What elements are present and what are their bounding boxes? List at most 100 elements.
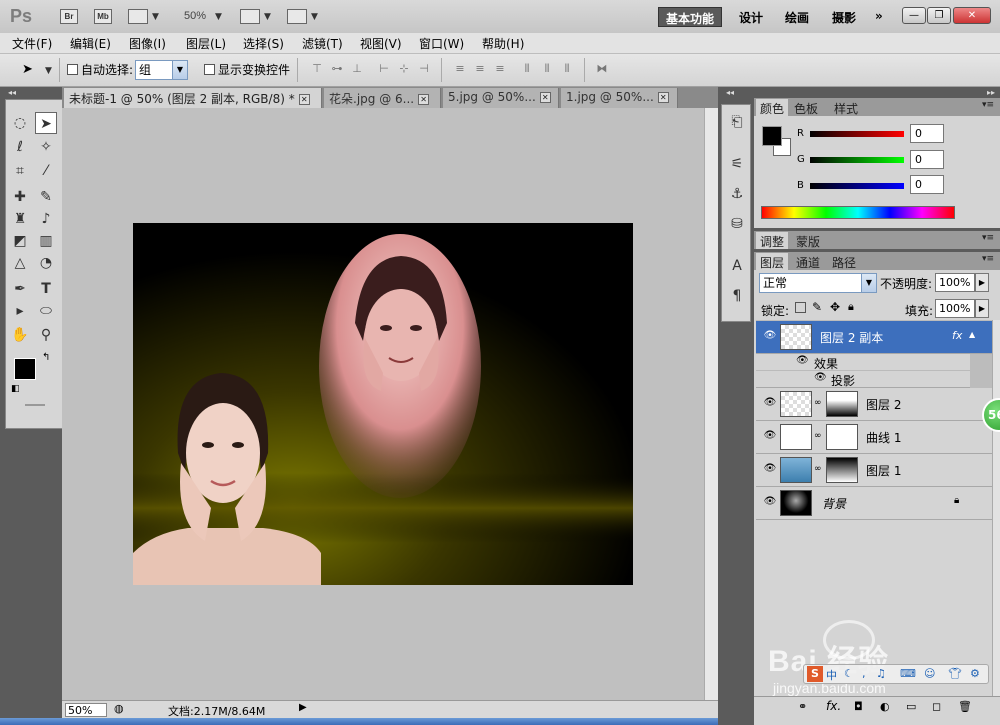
eyedropper-tool-icon[interactable]: ⁄ — [35, 160, 57, 182]
character-icon[interactable]: A — [722, 255, 752, 277]
mini-bridge-button[interactable]: Mb — [94, 9, 112, 24]
layer-row-layer1[interactable]: 👁︎ ∞ 图层 1 — [756, 454, 992, 487]
show-transform-checkbox[interactable] — [204, 64, 215, 75]
collapse-effects-icon[interactable]: ▲ — [969, 330, 975, 339]
ime-settings-icon[interactable]: ⚙ — [970, 667, 980, 680]
link-icon[interactable]: ∞ — [814, 431, 822, 441]
workspace-essentials[interactable]: 基本功能 — [658, 7, 723, 27]
tab-1-jpg[interactable]: 1.jpg @ 50%... ✕ — [561, 88, 678, 108]
arrange-documents-icon[interactable] — [240, 9, 260, 24]
ime-moon-icon[interactable]: ☾ — [844, 667, 854, 680]
layer-row-curves1[interactable]: 👁︎ ∞ 曲线 1 — [756, 421, 992, 454]
blur-tool-icon[interactable]: △ — [9, 252, 31, 274]
chevron-down-icon[interactable]: ▼ — [45, 66, 52, 76]
eye-icon[interactable]: 👁︎ — [762, 330, 778, 344]
move-tool-icon[interactable]: ➤ — [35, 112, 57, 134]
history-brush-tool-icon[interactable]: ♪ — [35, 208, 57, 230]
g-value[interactable]: 0 — [910, 150, 944, 169]
ime-skin-icon[interactable]: 👕︎ — [948, 667, 962, 680]
layer-row-layer2[interactable]: 👁︎ ∞ 图层 2 — [756, 388, 992, 421]
link-icon[interactable]: ∞ — [814, 398, 822, 408]
delete-layer-icon[interactable]: 🗑︎ — [958, 700, 972, 713]
tab-channels[interactable]: 通道 — [792, 253, 824, 270]
close-icon[interactable]: ✕ — [298, 94, 310, 105]
menu-edit[interactable]: 编辑(E) — [70, 35, 111, 52]
tool-presets-icon[interactable]: ⛁ — [722, 213, 752, 235]
opacity-value[interactable]: 100% — [935, 273, 975, 292]
restore-button[interactable]: ❐ — [927, 7, 951, 24]
align-left-icon[interactable]: ⊢ — [377, 62, 391, 76]
effects-row[interactable]: 👁︎ 效果 — [756, 354, 970, 371]
blend-mode-dropdown[interactable]: 正常 ▼ — [759, 273, 877, 293]
adjustment-layer-icon[interactable]: ◐ — [880, 700, 890, 713]
workspace-more-button[interactable]: » — [868, 7, 890, 27]
eye-icon[interactable]: 👁︎ — [762, 430, 778, 444]
history-icon[interactable]: ⎗ — [722, 111, 752, 133]
zoom-tool-icon[interactable]: ⚲ — [35, 324, 57, 346]
close-icon[interactable]: ✕ — [418, 94, 430, 105]
chevron-down-icon[interactable]: ▼ — [264, 12, 271, 22]
zoom-level[interactable]: 50% — [184, 10, 206, 22]
ime-user-icon[interactable]: ☺ — [924, 667, 935, 680]
move-tool-icon[interactable]: ➤ — [22, 62, 33, 77]
panel-menu-icon[interactable]: ▾≡ — [978, 232, 998, 249]
tab-flower[interactable]: 花朵.jpg @ 6... ✕ — [324, 88, 441, 108]
menu-file[interactable]: 文件(F) — [12, 35, 52, 52]
lock-position-icon[interactable]: ✥ — [830, 300, 840, 314]
tab-styles[interactable]: 样式 — [830, 99, 862, 116]
eraser-tool-icon[interactable]: ◩ — [9, 230, 31, 252]
screen-mode-icon[interactable] — [287, 9, 307, 24]
lock-pixels-icon[interactable]: ✎ — [812, 300, 822, 314]
tab-5-jpg[interactable]: 5.jpg @ 50%... ✕ — [443, 88, 559, 108]
layer-row-background[interactable]: 👁︎ 背景 🔒︎ — [756, 487, 992, 520]
brush-presets-icon[interactable]: ⚟ — [722, 153, 752, 175]
panel-menu-icon[interactable]: ▾≡ — [978, 99, 998, 116]
swap-colors-icon[interactable]: ↰ — [42, 352, 50, 363]
add-style-icon[interactable]: fx. — [826, 699, 841, 713]
eye-icon[interactable]: 👁︎ — [762, 463, 778, 477]
dodge-tool-icon[interactable]: ◔ — [35, 252, 57, 274]
marquee-tool-icon[interactable]: ◌ — [9, 112, 31, 134]
tab-swatches[interactable]: 色板 — [790, 99, 822, 116]
quick-mask-icon[interactable] — [25, 404, 45, 406]
workspace-design[interactable]: 设计 — [732, 7, 770, 27]
link-layers-icon[interactable]: ⚭ — [798, 700, 807, 713]
path-selection-tool-icon[interactable]: ▸ — [9, 300, 31, 322]
foreground-color-swatch[interactable] — [14, 358, 36, 380]
foreground-color-swatch[interactable] — [762, 126, 782, 146]
r-slider[interactable] — [810, 131, 904, 137]
panel-menu-icon[interactable]: ▾≡ — [978, 253, 998, 270]
b-value[interactable]: 0 — [910, 175, 944, 194]
minimize-button[interactable]: — — [902, 7, 926, 24]
menu-image[interactable]: 图像(I) — [129, 35, 166, 52]
new-layer-icon[interactable]: ◻ — [932, 700, 941, 713]
healing-brush-tool-icon[interactable]: ✚ — [9, 186, 31, 208]
close-icon[interactable]: ✕ — [539, 92, 551, 103]
expand-icon[interactable]: ◂◂ — [726, 88, 734, 97]
new-group-icon[interactable]: ▭ — [906, 700, 916, 713]
bridge-button[interactable]: Br — [60, 9, 78, 24]
pen-tool-icon[interactable]: ✒ — [9, 278, 31, 300]
link-icon[interactable]: ∞ — [814, 464, 822, 474]
b-slider[interactable] — [810, 183, 904, 189]
default-colors-icon[interactable]: ◧ — [11, 384, 20, 394]
distribute-vcenter-icon[interactable]: ≡ — [473, 62, 487, 76]
layer-row-layer2-copy[interactable]: 👁︎ 图层 2 副本 fx ▲ — [756, 321, 992, 354]
layer-mask-thumbnail[interactable] — [826, 424, 858, 450]
menu-layer[interactable]: 图层(L) — [186, 35, 226, 52]
tab-untitled-1[interactable]: 未标题-1 @ 50% (图层 2 副本, RGB/8) * ✕ — [64, 88, 322, 108]
tab-adjustments[interactable]: 调整 — [756, 232, 789, 249]
align-bottom-icon[interactable]: ⊥ — [350, 62, 364, 76]
menu-view[interactable]: 视图(V) — [360, 35, 402, 52]
menu-select[interactable]: 选择(S) — [243, 35, 284, 52]
align-vcenter-icon[interactable]: ⊶ — [330, 62, 344, 76]
view-extras-icon[interactable] — [128, 9, 148, 24]
menu-window[interactable]: 窗口(W) — [419, 35, 464, 52]
auto-align-icon[interactable]: ⧓ — [595, 62, 609, 76]
tab-masks[interactable]: 蒙版 — [792, 232, 824, 249]
eye-icon[interactable]: 👁︎ — [814, 372, 827, 383]
status-zoom[interactable]: 50% — [65, 703, 107, 717]
ime-mic-icon[interactable]: ♫ — [876, 667, 886, 680]
clone-stamp-tool-icon[interactable]: ♜ — [9, 208, 31, 230]
paragraph-icon[interactable]: ¶ — [722, 285, 752, 307]
